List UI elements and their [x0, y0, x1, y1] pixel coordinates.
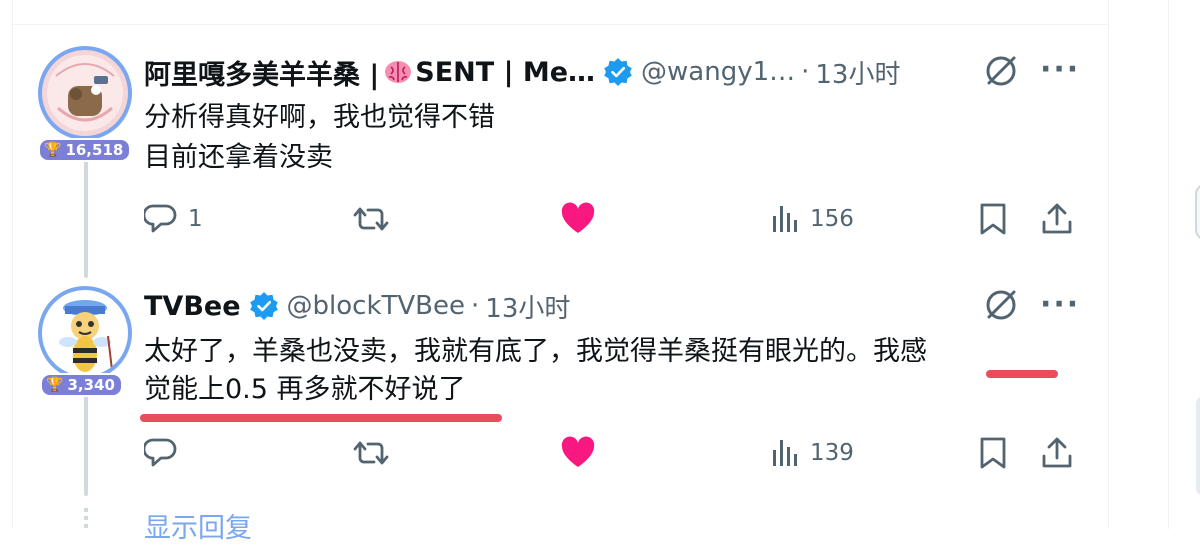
timestamp[interactable]: 13小时 [485, 288, 570, 325]
user-handle[interactable]: @wangy1… [641, 57, 795, 87]
highlight-underline [986, 370, 1058, 378]
views-count: 139 [810, 440, 854, 466]
verified-badge-icon [249, 291, 279, 321]
reply-button[interactable]: 1 [144, 202, 203, 236]
verified-badge-icon [603, 57, 633, 87]
tweet-text-line: 觉能上0.5 再多就不好说了 [144, 374, 466, 405]
reply-count: 1 [188, 206, 203, 232]
tweet-header: TVBee @blockTVBee · 13小时 [144, 288, 570, 324]
more-options-icon[interactable]: ··· [1040, 290, 1080, 320]
tweet-text-line: 分析得真好啊，我也觉得不错 [144, 102, 495, 133]
thread-line [84, 508, 88, 529]
like-button[interactable] [560, 436, 596, 470]
sidebar-widget-edge[interactable] [1195, 184, 1200, 240]
more-options-icon[interactable]: ··· [1040, 55, 1080, 85]
retweet-button[interactable] [352, 436, 400, 470]
trophy-icon: 🏆 [46, 377, 64, 393]
score-badge: 🏆 3,340 [40, 373, 123, 397]
show-replies-link[interactable]: 显示回复 [144, 506, 252, 545]
like-button[interactable] [560, 202, 596, 236]
views-count: 156 [810, 206, 854, 232]
views-button[interactable]: 139 [770, 436, 854, 470]
separator-dot: · [471, 291, 480, 321]
share-button[interactable] [1040, 436, 1074, 470]
display-name-suffix[interactable]: SENT | Me… [415, 57, 595, 88]
bookmark-icon [980, 437, 1006, 469]
trophy-icon: 🏆 [44, 142, 62, 158]
reply-icon [144, 438, 177, 467]
views-button[interactable]: 156 [770, 202, 854, 236]
avatar-ring [38, 46, 132, 140]
sidebar-scrollbar[interactable] [1196, 396, 1200, 496]
tweet-header: 阿里嘎多美羊羊桑 | SENT | Me… @wangy1… · 13小时 [144, 53, 900, 92]
top-divider [12, 24, 1108, 25]
grok-analyze-icon[interactable] [982, 52, 1020, 90]
retweet-icon [353, 207, 389, 231]
views-icon [773, 440, 797, 466]
display-name[interactable]: 阿里嘎多美羊羊桑 | [144, 53, 379, 92]
thread-line [84, 392, 88, 496]
badge-count: 3,340 [67, 376, 115, 394]
user-handle[interactable]: @blockTVBee [287, 291, 465, 321]
bookmark-button[interactable] [978, 202, 1008, 236]
thread-line [84, 160, 88, 278]
bookmark-icon [980, 203, 1006, 235]
grok-analyze-icon[interactable] [982, 286, 1020, 324]
display-name[interactable]: TVBee [144, 291, 241, 322]
reply-icon [144, 204, 177, 233]
tweet-text-line: 太好了，羊桑也没卖，我就有底了，我觉得羊桑挺有眼光的。我感 [144, 336, 927, 367]
timestamp[interactable]: 13小时 [815, 54, 900, 91]
retweet-icon [353, 441, 389, 465]
brain-icon [383, 59, 413, 85]
tweet-text-line: 目前还拿着没卖 [144, 142, 333, 173]
share-icon [1042, 203, 1072, 234]
bookmark-button[interactable] [978, 436, 1008, 470]
views-icon [773, 206, 797, 232]
badge-count: 16,518 [65, 141, 124, 159]
highlight-underline [140, 414, 502, 422]
reply-button[interactable] [144, 436, 188, 470]
share-icon [1042, 437, 1072, 468]
share-button[interactable] [1040, 202, 1074, 236]
score-badge: 🏆 16,518 [38, 138, 132, 162]
heart-icon [561, 436, 595, 467]
retweet-button[interactable] [352, 202, 400, 236]
separator-dot: · [801, 57, 810, 87]
heart-icon [561, 202, 595, 233]
avatar-ring [38, 286, 132, 380]
